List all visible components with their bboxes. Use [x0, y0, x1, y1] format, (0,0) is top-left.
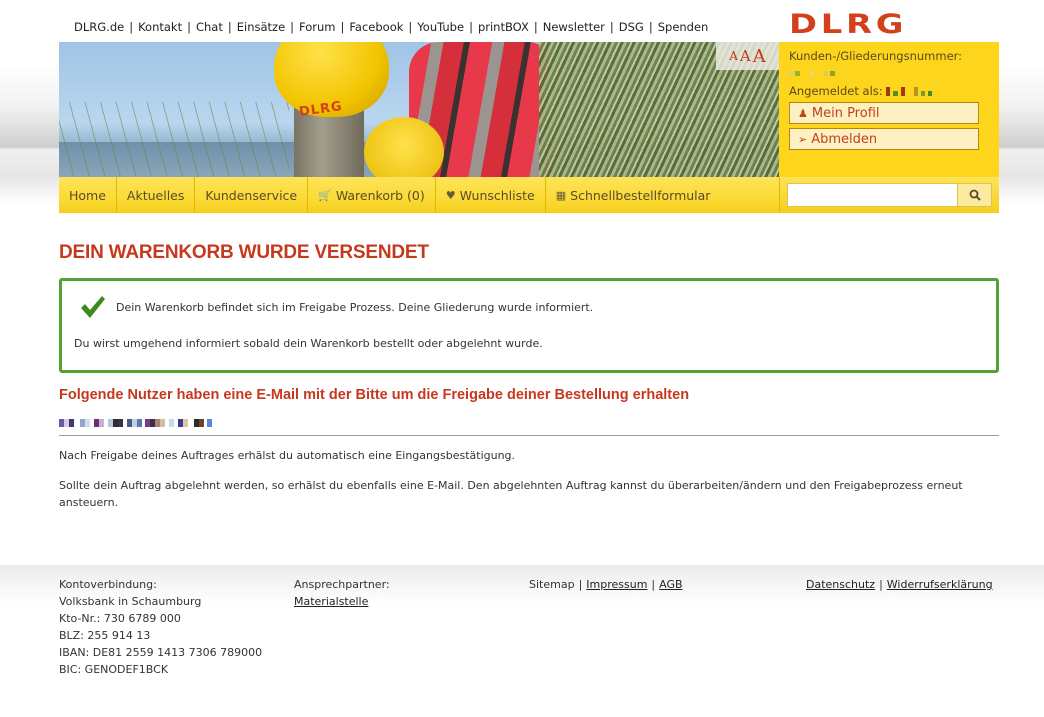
sign-out-icon: ➢: [798, 132, 808, 146]
search-wrapper: [787, 183, 992, 207]
customer-number-value-redacted: [789, 66, 989, 81]
nav-kundenservice-label: Kundenservice: [205, 187, 298, 203]
separator: |: [609, 20, 614, 34]
sitemap-link[interactable]: Sitemap: [529, 578, 575, 591]
success-message-box: Dein Warenkorb befindet sich im Freigabe…: [59, 278, 999, 373]
top-link-kontakt[interactable]: Kontakt: [138, 20, 182, 34]
nav-wunschliste[interactable]: ♥ Wunschliste: [436, 177, 546, 213]
nav-aktuelles-label: Aktuelles: [126, 187, 185, 203]
user-icon: ♟: [798, 106, 808, 120]
bank-account-number: Kto-Nr.: 730 6789 000: [59, 612, 181, 625]
info-paragraph-2: Sollte dein Auftrag abgelehnt werden, so…: [59, 479, 963, 509]
top-link-newsletter[interactable]: Newsletter: [543, 20, 605, 34]
cart-icon: 🛒: [318, 188, 332, 202]
contact-label: Ansprechpartner:: [294, 578, 390, 591]
widerrufserklaerung-link[interactable]: Widerrufserklärung: [887, 578, 993, 591]
logged-in-label: Angemeldet als:: [789, 84, 883, 98]
top-link-printbox[interactable]: printBOX: [478, 20, 529, 34]
footer-middle-links: Sitemap | Impressum | AGB: [529, 576, 683, 593]
nav-kundenservice[interactable]: Kundenservice: [195, 177, 309, 213]
top-link-chat[interactable]: Chat: [196, 20, 223, 34]
top-links: DLRG.de | Kontakt | Chat | Einsätze | Forum | Face…: [74, 20, 708, 34]
separator: |: [227, 20, 232, 34]
main-navigation: Home Aktuelles Kundenservice 🛒 Warenkorb …: [59, 177, 779, 213]
nav-schnellbestellformular[interactable]: ▦ Schnellbestellformular: [546, 177, 721, 213]
nav-wunschliste-label: Wunschliste: [459, 187, 535, 203]
nav-home-label: Home: [69, 187, 106, 203]
bank-bic: BIC: GENODEF1BCK: [59, 663, 169, 676]
bank-label: Kontoverbindung:: [59, 578, 157, 591]
top-link-dlrg[interactable]: DLRG.de: [74, 20, 124, 34]
search-bar: [779, 177, 999, 213]
heart-icon: ♥: [445, 188, 456, 202]
page-title: DEIN WARENKORB WURDE VERSENDET: [59, 242, 429, 263]
customer-number-label: Kunden-/Gliederungsnummer:: [789, 49, 963, 63]
separator: |: [408, 20, 413, 34]
footer-bank-details: Kontoverbindung: Volksbank in Schaumburg…: [59, 576, 262, 678]
checkmark-icon: [81, 296, 105, 318]
font-size-medium-button[interactable]: A: [740, 47, 751, 65]
font-size-controls: A A A: [716, 42, 779, 70]
table-icon: ▦: [555, 188, 567, 202]
dlrg-logo[interactable]: DLRG: [789, 11, 964, 38]
approvers-heading: Folgende Nutzer haben eine E-Mail mit de…: [59, 387, 690, 403]
top-link-youtube[interactable]: YouTube: [417, 20, 464, 34]
font-size-large-button[interactable]: A: [753, 46, 766, 67]
top-link-facebook[interactable]: Facebook: [349, 20, 403, 34]
separator: |: [290, 20, 295, 34]
banner-grass-left: [59, 102, 289, 177]
separator: |: [129, 20, 134, 34]
logout-button[interactable]: ➢ Abmelden: [789, 128, 979, 150]
impressum-link[interactable]: Impressum: [586, 578, 647, 591]
datenschutz-link[interactable]: Datenschutz: [806, 578, 875, 591]
separator: |: [533, 20, 538, 34]
logout-label: Abmelden: [811, 131, 878, 147]
logged-in-row: Angemeldet als:: [789, 84, 989, 98]
approvers-list-redacted: [59, 418, 212, 428]
my-profile-label: Mein Profil: [811, 105, 880, 121]
separator: |: [340, 20, 345, 34]
success-text-1: Dein Warenkorb befindet sich im Freigabe…: [116, 300, 594, 314]
search-input[interactable]: [788, 184, 957, 206]
bank-blz: BLZ: 255 914 13: [59, 629, 151, 642]
success-text-2: Du wirst umgehend informiert sobald dein…: [74, 337, 543, 350]
background-shadow-left: [0, 60, 60, 205]
separator: |: [187, 20, 191, 34]
search-icon: [969, 189, 981, 201]
footer-contact: Ansprechpartner: Materialstelle: [294, 576, 390, 610]
top-link-dsg[interactable]: DSG: [619, 20, 644, 34]
top-link-spenden[interactable]: Spenden: [658, 20, 709, 34]
info-paragraph-1: Nach Freigabe deines Auftrages erhälst d…: [59, 449, 516, 462]
divider: [59, 435, 999, 436]
nav-home[interactable]: Home: [59, 177, 117, 213]
separator: |: [651, 578, 656, 591]
font-size-small-button[interactable]: A: [729, 49, 738, 63]
search-button[interactable]: [957, 184, 991, 206]
background-shadow-right: [998, 60, 1044, 205]
agb-link[interactable]: AGB: [659, 578, 682, 591]
footer-right-links: Datenschutz | Widerrufserklärung: [806, 576, 993, 593]
nav-schnellbestellformular-label: Schnellbestellformular: [570, 187, 711, 203]
nav-aktuelles[interactable]: Aktuelles: [117, 177, 196, 213]
separator: |: [469, 20, 473, 34]
nav-warenkorb[interactable]: 🛒 Warenkorb (0): [308, 177, 436, 213]
separator: |: [578, 578, 583, 591]
account-panel: Kunden-/Gliederungsnummer: Angemeldet al…: [779, 42, 999, 177]
materialstelle-link[interactable]: Materialstelle: [294, 595, 368, 608]
separator: |: [648, 20, 653, 34]
top-link-forum[interactable]: Forum: [299, 20, 335, 34]
header-banner-image: DLRG A A A: [59, 42, 779, 177]
success-line-1: Dein Warenkorb befindet sich im Freigabe…: [74, 295, 984, 319]
my-profile-button[interactable]: ♟ Mein Profil: [789, 102, 979, 124]
top-link-einsaetze[interactable]: Einsätze: [237, 20, 285, 34]
bank-name: Volksbank in Schaumburg: [59, 595, 202, 608]
nav-warenkorb-label: Warenkorb (0): [335, 187, 425, 203]
separator: |: [879, 578, 883, 591]
bank-iban: IBAN: DE81 2559 1413 7306 789000: [59, 646, 263, 659]
